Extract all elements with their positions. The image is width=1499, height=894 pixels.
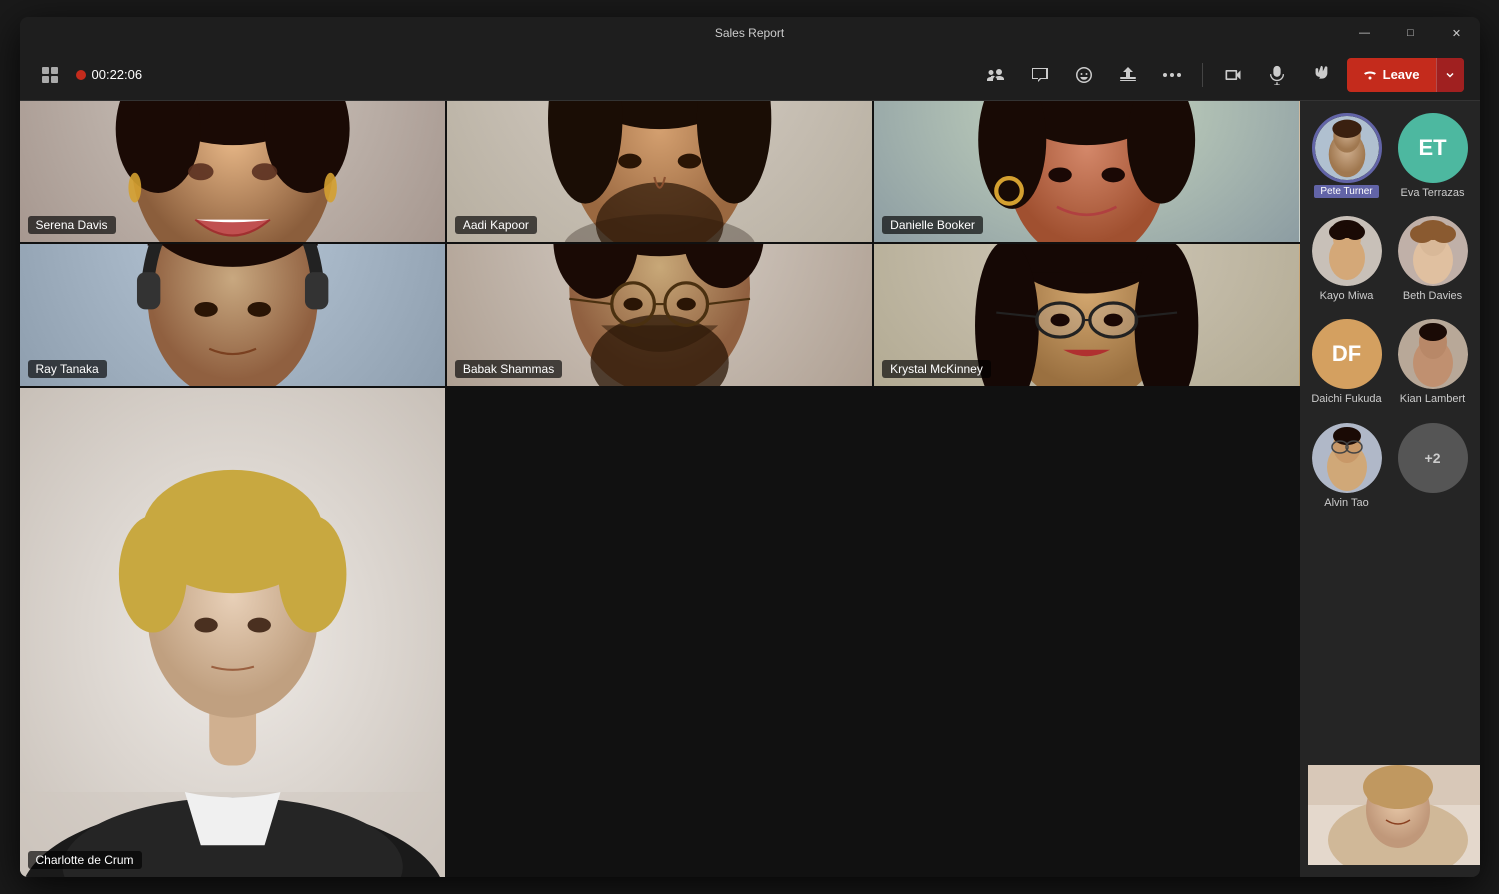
kayo-label: Kayo Miwa xyxy=(1320,290,1374,303)
raise-hand-button[interactable] xyxy=(1303,57,1339,93)
right-column: Danielle Booker xyxy=(874,101,1299,386)
participant-thumb-alvin[interactable]: Alvin Tao xyxy=(1308,423,1386,510)
camera-icon xyxy=(1223,65,1243,85)
leave-phone-icon xyxy=(1363,68,1377,82)
participant-row-3: DF Daichi Fukuda Kian Lambert xyxy=(1308,319,1472,406)
people-icon xyxy=(986,65,1006,85)
mic-button[interactable] xyxy=(1259,57,1295,93)
participant-thumb-daichi[interactable]: DF Daichi Fukuda xyxy=(1308,319,1386,406)
toolbar: 00:22:06 xyxy=(20,49,1480,101)
toolbar-divider xyxy=(1202,63,1203,87)
video-grid: Serena Davis xyxy=(20,101,1300,877)
main-content: Serena Davis xyxy=(20,101,1480,877)
video-cell-ray: Ray Tanaka xyxy=(20,244,445,385)
reactions-button[interactable] xyxy=(1066,57,1102,93)
participant-name-aadi: Aadi Kapoor xyxy=(455,216,537,234)
participant-row-4: Alvin Tao +2 xyxy=(1308,423,1472,510)
avatar-alvin xyxy=(1312,423,1382,493)
participant-thumb-kayo[interactable]: Kayo Miwa xyxy=(1308,216,1386,303)
pete-active-badge: Pete Turner xyxy=(1314,185,1378,198)
kian-photo xyxy=(1398,319,1468,389)
video-cell-aadi: Aadi Kapoor xyxy=(447,101,872,242)
chevron-down-icon xyxy=(1445,70,1455,80)
person-silhouette-charlotte xyxy=(20,388,445,877)
share-icon xyxy=(1118,65,1138,85)
grid-view-button[interactable] xyxy=(36,61,64,89)
participant-thumb-eva[interactable]: ET Eva Terrazas xyxy=(1394,113,1472,200)
recording-dot xyxy=(76,70,86,80)
pete-photo xyxy=(1315,113,1379,183)
chat-icon xyxy=(1030,65,1050,85)
alvin-photo xyxy=(1312,423,1382,493)
participant-thumb-more[interactable]: +2 xyxy=(1394,423,1472,497)
participant-name-babak: Babak Shammas xyxy=(455,360,562,378)
avatar-beth xyxy=(1398,216,1468,286)
leave-label: Leave xyxy=(1383,67,1420,82)
avatar-kian xyxy=(1398,319,1468,389)
video-cell-charlotte: Charlotte de Crum xyxy=(20,388,445,877)
kayo-photo xyxy=(1312,216,1382,286)
daichi-label: Daichi Fukuda xyxy=(1311,393,1381,406)
video-cell-serena: Serena Davis xyxy=(20,101,445,242)
leave-chevron-button[interactable] xyxy=(1436,58,1464,92)
eva-label: Eva Terrazas xyxy=(1401,187,1465,200)
video-cell-babak: Babak Shammas xyxy=(447,244,872,385)
participant-name-charlotte: Charlotte de Crum xyxy=(28,851,142,869)
participant-row-1: Pete Turner ET Eva Terrazas xyxy=(1308,113,1472,200)
video-feed-charlotte xyxy=(20,388,445,877)
participant-thumb-kian[interactable]: Kian Lambert xyxy=(1394,319,1472,406)
window-controls: — □ ✕ xyxy=(1342,17,1480,49)
chat-button[interactable] xyxy=(1022,57,1058,93)
close-button[interactable]: ✕ xyxy=(1434,17,1480,49)
bottom-video-feed xyxy=(1308,765,1480,865)
people-button[interactable] xyxy=(978,57,1014,93)
more-icon xyxy=(1162,72,1182,78)
participant-name-danielle: Danielle Booker xyxy=(882,216,983,234)
avatar-eva: ET xyxy=(1398,113,1468,183)
maximize-button[interactable]: □ xyxy=(1388,17,1434,49)
leave-button[interactable]: Leave xyxy=(1347,58,1464,92)
video-cell-danielle: Danielle Booker xyxy=(874,101,1299,242)
app-window: Sales Report — □ ✕ 00:22:06 xyxy=(20,17,1480,877)
camera-button[interactable] xyxy=(1215,57,1251,93)
toolbar-left: 00:22:06 xyxy=(36,61,978,89)
reactions-icon xyxy=(1074,65,1094,85)
video-cell-krystal: Krystal McKinney xyxy=(874,244,1299,385)
avatar-more: +2 xyxy=(1398,423,1468,493)
grid-icon xyxy=(42,67,58,83)
toolbar-right: Leave xyxy=(978,57,1464,93)
avatar-kayo xyxy=(1312,216,1382,286)
timer-display: 00:22:06 xyxy=(92,67,143,82)
participant-thumb-pete[interactable]: Pete Turner xyxy=(1308,113,1386,198)
beth-label: Beth Davies xyxy=(1403,290,1462,303)
beth-photo xyxy=(1398,216,1468,286)
mic-icon xyxy=(1268,65,1286,85)
avatar-daichi: DF xyxy=(1312,319,1382,389)
recording-indicator: 00:22:06 xyxy=(76,67,143,82)
minimize-button[interactable]: — xyxy=(1342,17,1388,49)
participant-panel: Pete Turner ET Eva Terrazas xyxy=(1300,101,1480,877)
window-title: Sales Report xyxy=(715,26,784,40)
participant-row-2: Kayo Miwa Beth Davies xyxy=(1308,216,1472,303)
title-bar: Sales Report — □ ✕ xyxy=(20,17,1480,49)
participant-name-ray: Ray Tanaka xyxy=(28,360,107,378)
alvin-label: Alvin Tao xyxy=(1324,497,1368,510)
share-tray-button[interactable] xyxy=(1110,57,1146,93)
bottom-video-strip xyxy=(1308,765,1480,865)
raise-hand-icon xyxy=(1312,65,1330,85)
participant-thumb-beth[interactable]: Beth Davies xyxy=(1394,216,1472,303)
participant-name-serena: Serena Davis xyxy=(28,216,116,234)
avatar-pete xyxy=(1312,113,1382,183)
participant-name-krystal: Krystal McKinney xyxy=(882,360,991,378)
kian-label: Kian Lambert xyxy=(1400,393,1465,406)
leave-main[interactable]: Leave xyxy=(1347,58,1436,92)
more-button[interactable] xyxy=(1154,57,1190,93)
